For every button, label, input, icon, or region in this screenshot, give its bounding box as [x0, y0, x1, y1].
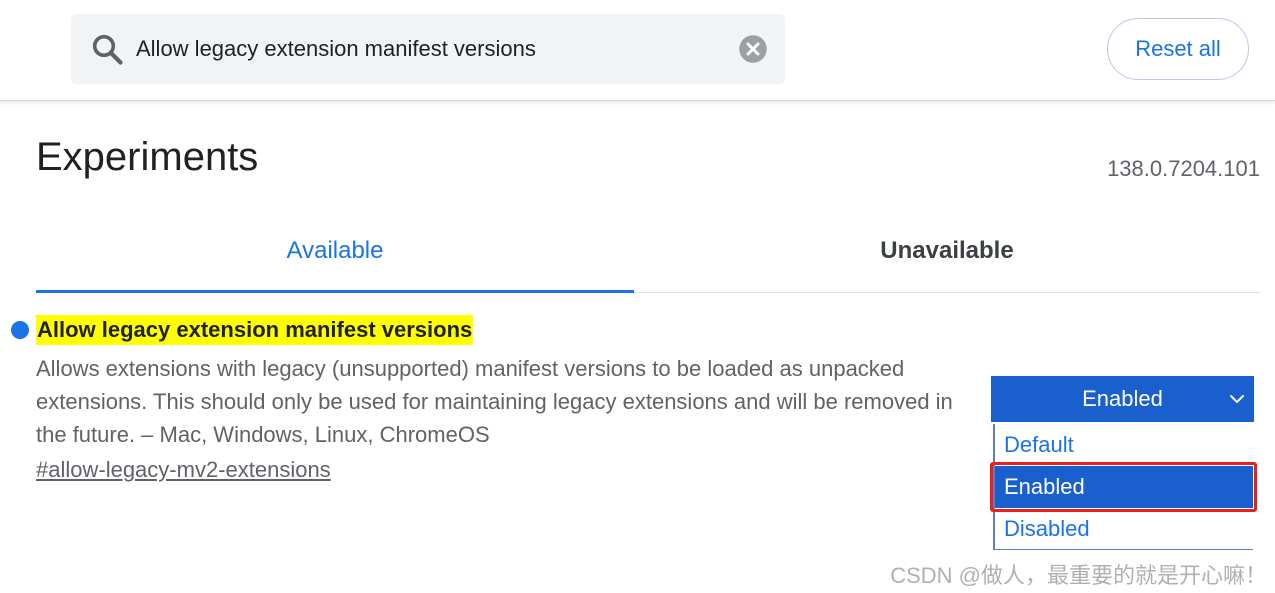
flag-state-select[interactable]: Enabled — [991, 376, 1254, 422]
flag-description: Allows extensions with legacy (unsupport… — [36, 356, 953, 447]
option-enabled[interactable]: Enabled — [995, 466, 1253, 508]
top-bar: Allow legacy extension manifest versions… — [0, 0, 1275, 101]
page-title: Experiments — [36, 135, 259, 179]
version-label: 138.0.7204.101 — [1107, 156, 1260, 181]
option-default[interactable]: Default — [995, 424, 1253, 466]
modified-flag-dot — [11, 321, 29, 339]
watermark: CSDN @做人，最重要的就是开心嘛！ — [890, 563, 1267, 588]
select-value: Enabled — [1082, 386, 1163, 411]
chevron-down-icon — [1230, 395, 1244, 403]
clear-icon[interactable] — [738, 34, 768, 64]
search-icon — [92, 34, 123, 65]
option-disabled[interactable]: Disabled — [995, 508, 1253, 550]
reset-all-button[interactable]: Reset all — [1107, 18, 1249, 80]
tab-unavailable[interactable]: Unavailable — [647, 222, 1247, 290]
select-dropdown: Default Enabled Disabled — [993, 424, 1253, 550]
tab-bar: Available Unavailable — [36, 222, 1260, 293]
flag-title: Allow legacy extension manifest versions — [36, 315, 474, 345]
flag-permalink[interactable]: #allow-legacy-mv2-extensions — [36, 457, 331, 483]
search-input[interactable]: Allow legacy extension manifest versions — [136, 34, 536, 64]
tab-available[interactable]: Available — [36, 222, 634, 293]
search-field[interactable]: Allow legacy extension manifest versions — [71, 14, 785, 84]
